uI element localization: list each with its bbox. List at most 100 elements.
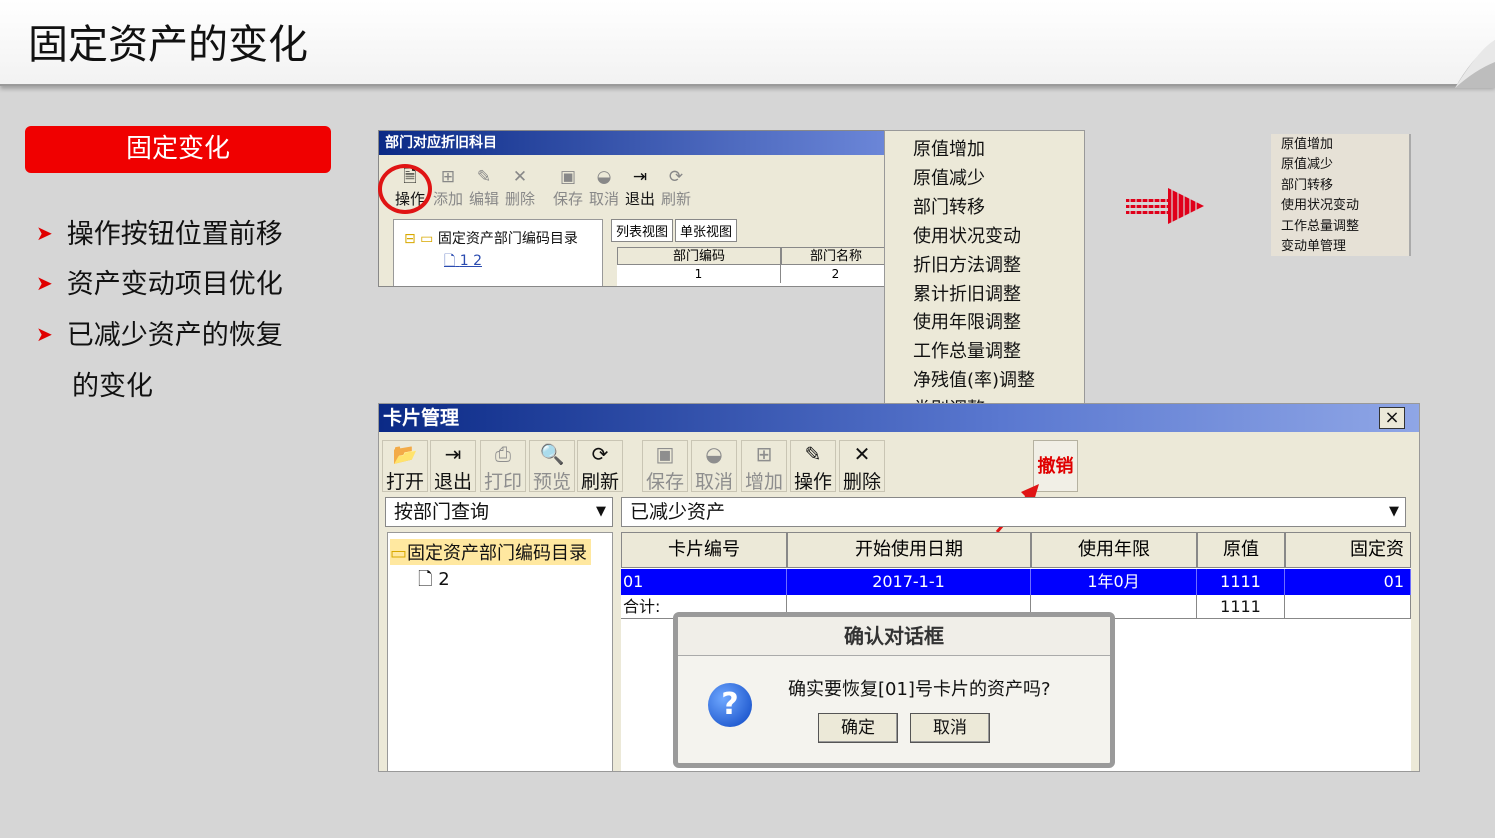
dept-tree: ⊟ ▭ 固定资产部门编码目录 🗋 1 2 xyxy=(393,219,603,286)
file-icon: 🗋 xyxy=(444,253,456,269)
toolbar-save-button[interactable]: ▣ 保存 xyxy=(551,167,585,208)
toolbar-add-button[interactable]: ⊞ 增加 xyxy=(741,440,787,493)
bullet-arrow-icon: ➤ xyxy=(36,221,53,245)
tab-card-view[interactable]: 单张视图 xyxy=(675,219,738,242)
chevron-down-icon: ▼ xyxy=(596,504,606,519)
operate-icon: ✎ xyxy=(804,442,822,466)
menu-item[interactable]: 累计折旧调整 xyxy=(913,280,1021,309)
menu-item[interactable]: 原值减少 xyxy=(1281,154,1333,175)
folder-icon: ⊟ ▭ xyxy=(404,231,434,247)
toolbar-edit-button[interactable]: ✎ 编辑 xyxy=(467,167,501,208)
tab-list-view[interactable]: 列表视图 xyxy=(611,219,674,242)
window-title: 部门对应折旧科目 xyxy=(379,131,885,155)
close-button[interactable]: × xyxy=(1379,407,1405,429)
exit-icon: ⇥ xyxy=(632,167,648,187)
menu-item[interactable]: 部门转移 xyxy=(1281,175,1333,196)
operate-context-menu: 原值增加 原值减少 部门转移 使用状况变动 折旧方法调整 累计折旧调整 使用年限… xyxy=(884,130,1085,407)
column-header[interactable]: 使用年限 xyxy=(1031,532,1197,568)
delete-icon: ✕ xyxy=(512,167,528,187)
page-curl-decoration xyxy=(1455,0,1495,88)
toolbar-refresh-button[interactable]: ⟳ 刷新 xyxy=(659,167,693,208)
cancel-icon: ◒ xyxy=(596,167,612,187)
menu-item[interactable]: 折旧方法调整 xyxy=(913,251,1021,280)
print-icon: ⎙ xyxy=(495,442,511,466)
save-icon: ▣ xyxy=(559,167,577,187)
menu-item[interactable]: 原值增加 xyxy=(1281,134,1333,155)
sum-cell xyxy=(1285,595,1411,619)
menu-item[interactable]: 原值减少 xyxy=(913,164,985,193)
toolbar-cancel-button[interactable]: ◒ 取消 xyxy=(691,440,737,493)
table-row-cell[interactable]: 01 xyxy=(621,569,787,595)
dept-tree: ▭固定资产部门编码目录 🗋 2 xyxy=(387,532,613,771)
section-label: 固定变化 xyxy=(25,126,331,173)
dept-grid: 部门编码 部门名称 1 2 xyxy=(617,247,885,286)
column-header[interactable]: 原值 xyxy=(1197,532,1285,568)
refresh-icon: ⟳ xyxy=(591,442,609,466)
menu-item[interactable]: 使用状况变动 xyxy=(913,222,1021,251)
bullet-item: ➤ 资产变动项目优化 xyxy=(36,269,283,300)
ok-button[interactable]: 确定 xyxy=(818,713,898,743)
asset-filter-select[interactable]: 已减少资产 ▼ xyxy=(621,497,1406,527)
cancel-button[interactable]: 取消 xyxy=(910,713,990,743)
tree-node-child[interactable]: 🗋 2 xyxy=(418,567,450,597)
bullet-item: ➤ 已减少资产的恢复 xyxy=(36,320,283,351)
toolbar-cancel-button[interactable]: ◒ 取消 xyxy=(587,167,621,208)
column-header: 部门名称 xyxy=(781,247,885,265)
grid-cell[interactable]: 1 xyxy=(617,265,781,283)
confirm-dialog: 确认对话框 ? 确实要恢复[01]号卡片的资产吗? 确定 取消 xyxy=(673,612,1115,768)
save-icon: ▣ xyxy=(655,442,675,466)
slide-title: 固定资产的变化 xyxy=(28,22,308,68)
file-icon: 🗋 xyxy=(418,569,433,590)
delete-icon: ✕ xyxy=(853,442,871,466)
table-row-cell[interactable]: 1年0月 xyxy=(1031,569,1197,595)
toolbar-exit-button[interactable]: ⇥ 退出 xyxy=(623,167,657,208)
dialog-message: 确实要恢复[01]号卡片的资产吗? xyxy=(788,679,1051,700)
dotted-arrow-icon xyxy=(1126,186,1204,226)
bullet-arrow-icon: ➤ xyxy=(36,322,53,346)
bullet-arrow-icon: ➤ xyxy=(36,271,53,295)
toolbar-exit-button[interactable]: ⇥ 退出 xyxy=(430,440,476,493)
view-tabs: 列表视图 单张视图 xyxy=(611,219,739,242)
menu-item[interactable]: 工作总量调整 xyxy=(1281,216,1359,237)
grid-cell[interactable]: 2 xyxy=(781,265,885,283)
column-header[interactable]: 开始使用日期 xyxy=(787,532,1031,568)
column-header[interactable]: 卡片编号 xyxy=(621,532,787,568)
menu-item[interactable]: 工作总量调整 xyxy=(913,337,1021,366)
open-folder-icon: 📂 xyxy=(392,442,418,466)
menu-item[interactable]: 原值增加 xyxy=(913,135,985,164)
dialog-title: 确认对话框 xyxy=(678,617,1110,656)
query-mode-select[interactable]: 按部门查询 ▼ xyxy=(385,497,613,527)
highlight-circle xyxy=(378,164,432,214)
menu-item[interactable]: 使用状况变动 xyxy=(1281,195,1359,216)
window-title: 卡片管理 xyxy=(379,404,1419,432)
cancel-icon: ◒ xyxy=(705,442,723,466)
folder-icon: ▭ xyxy=(390,543,408,564)
column-header: 部门编码 xyxy=(617,247,781,265)
toolbar-operate-button[interactable]: ✎ 操作 xyxy=(790,440,836,493)
tree-node-root[interactable]: ▭固定资产部门编码目录 xyxy=(390,539,592,565)
preview-icon: 🔍 xyxy=(539,442,565,466)
toolbar-print-button[interactable]: ⎙ 打印 xyxy=(480,440,526,493)
menu-item[interactable]: 净残值(率)调整 xyxy=(913,366,1035,395)
menu-item[interactable]: 变动单管理 xyxy=(1281,236,1346,257)
tree-node-root[interactable]: ⊟ ▭ 固定资产部门编码目录 xyxy=(404,228,578,248)
question-icon: ? xyxy=(708,683,752,727)
tree-node-child[interactable]: 🗋 1 2 xyxy=(444,250,482,274)
toolbar-open-button[interactable]: 📂 打开 xyxy=(382,440,428,493)
table-row-cell[interactable]: 01 xyxy=(1285,569,1411,595)
toolbar-refresh-button[interactable]: ⟳ 刷新 xyxy=(577,440,623,493)
toolbar-add-button[interactable]: ⊞ 添加 xyxy=(431,167,465,208)
refresh-icon: ⟳ xyxy=(668,167,684,187)
bullet-item: ➤ 操作按钮位置前移 xyxy=(36,219,283,250)
menu-item[interactable]: 使用年限调整 xyxy=(913,308,1021,337)
table-row-cell[interactable]: 1111 xyxy=(1197,569,1285,595)
column-header[interactable]: 固定资 xyxy=(1285,532,1411,568)
toolbar-delete-button[interactable]: ✕ 删除 xyxy=(839,440,885,493)
table-row-cell[interactable]: 2017-1-1 xyxy=(787,569,1031,595)
toolbar-delete-button[interactable]: ✕ 删除 xyxy=(503,167,537,208)
chevron-down-icon: ▼ xyxy=(1389,504,1399,519)
toolbar-save-button[interactable]: ▣ 保存 xyxy=(642,440,688,493)
toolbar-preview-button[interactable]: 🔍 预览 xyxy=(529,440,575,493)
menu-item[interactable]: 部门转移 xyxy=(913,193,985,222)
change-menu-new: 原值增加 原值减少 部门转移 使用状况变动 工作总量调整 变动单管理 xyxy=(1271,134,1411,256)
